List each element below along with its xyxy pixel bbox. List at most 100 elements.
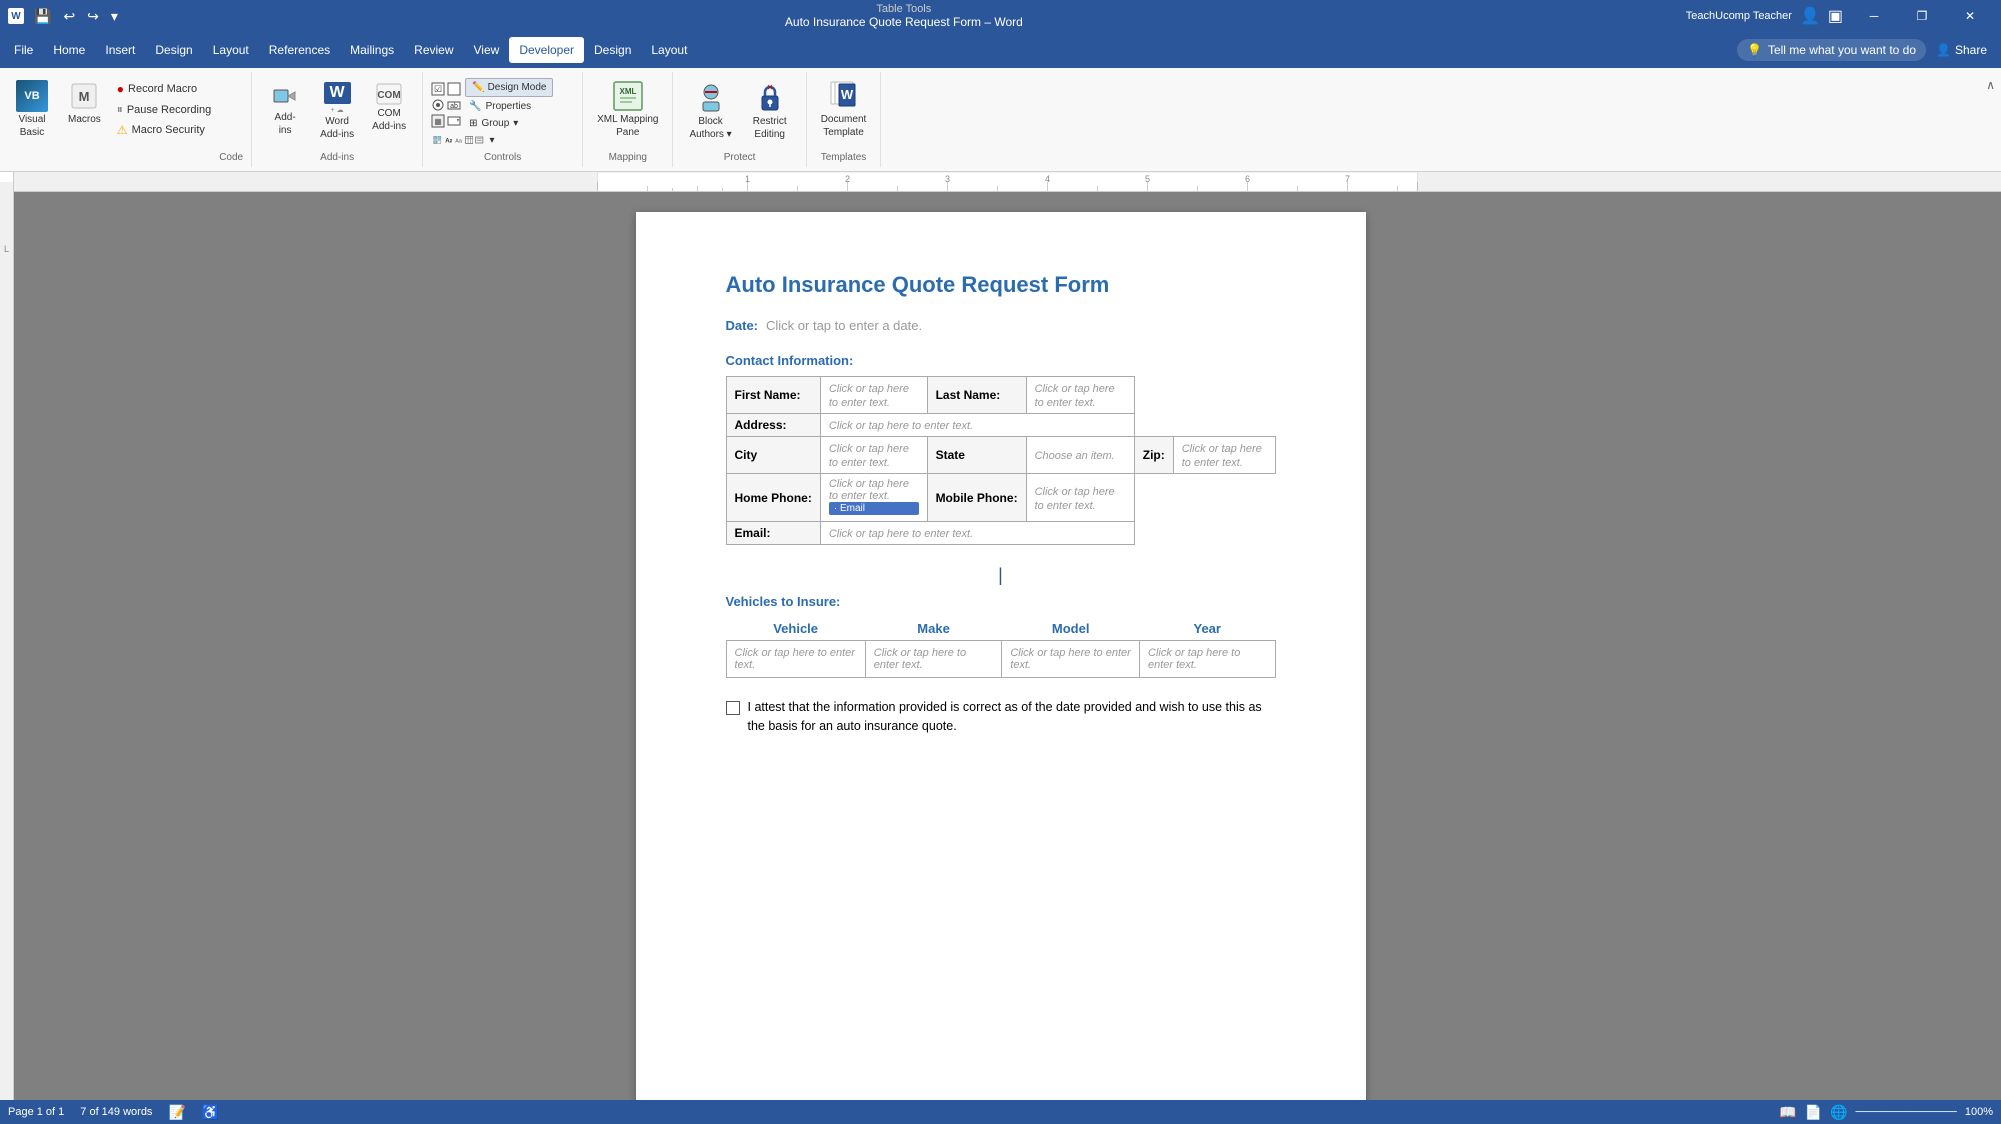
macros-label: Macros	[68, 114, 101, 125]
macro-security-button[interactable]: ⚠ Macro Security	[113, 121, 215, 139]
year-cell[interactable]: Click or tap here to enter text.	[1140, 641, 1276, 678]
menu-developer[interactable]: Developer	[509, 37, 584, 63]
add-ins-button[interactable]: Add- ins	[260, 78, 310, 140]
templates-group-label: Templates	[821, 148, 867, 163]
make-cell[interactable]: Click or tap here to enter text.	[865, 641, 1002, 678]
menu-design2[interactable]: Design	[584, 37, 641, 63]
proofing-icon[interactable]: 📝	[168, 1104, 185, 1121]
macros-icon: M	[68, 80, 100, 112]
share-icon: 👤	[1936, 43, 1951, 57]
tell-me-input[interactable]: 💡 Tell me what you want to do	[1737, 39, 1926, 61]
document-area: L Auto Insurance Quote Request Form Date…	[0, 192, 2001, 1116]
print-layout-icon[interactable]: 📄	[1805, 1104, 1822, 1121]
ribbon-display-button[interactable]: ▣	[1828, 6, 1843, 26]
cursor-indicator: |	[726, 565, 1276, 586]
visual-basic-button[interactable]: VB Visual Basic	[8, 76, 56, 142]
attestation-checkbox[interactable]	[726, 701, 740, 715]
ribbon-group-controls: ☑ ab ▦ ✏️ Design Mode	[423, 72, 583, 167]
properties-button[interactable]: 🔧 Properties	[465, 99, 553, 114]
menu-home[interactable]: Home	[43, 37, 95, 63]
group-dropdown-icon: ▾	[513, 118, 518, 129]
date-row: Date: Click or tap to enter a date.	[726, 318, 1276, 333]
word-add-ins-button[interactable]: W + ☁ Word Add-ins	[312, 78, 362, 144]
menu-insert[interactable]: Insert	[95, 37, 145, 63]
state-value[interactable]: Choose an item.	[1026, 437, 1134, 474]
group-button[interactable]: ⊞ Group ▾	[465, 116, 553, 131]
aa-icon: Aa	[444, 133, 452, 147]
img-icon: ▦	[431, 114, 445, 128]
xml-mapping-pane-button[interactable]: XML XML Mapping Pane	[591, 76, 664, 142]
minimize-button[interactable]: ─	[1851, 0, 1897, 32]
redo-button[interactable]: ↪	[83, 6, 103, 27]
document-template-button[interactable]: W Document Template	[815, 76, 873, 142]
zip-value[interactable]: Click or tap here to enter text.	[1173, 437, 1275, 474]
menu-design[interactable]: Design	[145, 37, 202, 63]
block-authors-label: Block	[698, 116, 722, 127]
profile-icon[interactable]: 👤	[1800, 6, 1820, 26]
word-add-ins-icon: W + ☁	[324, 82, 351, 114]
mobile-phone-value[interactable]: Click or tap here to enter text.	[1026, 474, 1134, 522]
properties-icon: 🔧	[469, 101, 481, 112]
home-phone-value[interactable]: Click or tap here to enter text. · Email	[820, 474, 927, 522]
title-bar-left: W 💾 ↩ ↪ ▾	[8, 6, 122, 27]
city-label: City	[726, 437, 820, 474]
title-bar-right: TeachUcomp Teacher 👤 ▣ ─ ❐ ✕	[1686, 0, 1993, 32]
title-bar: W 💾 ↩ ↪ ▾ Table Tools Auto Insurance Quo…	[0, 0, 2001, 32]
legacy-tools-button[interactable]: ▾	[486, 133, 575, 148]
restore-button[interactable]: ❐	[1899, 0, 1945, 32]
read-mode-icon[interactable]: 📖	[1779, 1104, 1796, 1121]
form-title: Auto Insurance Quote Request Form	[726, 272, 1276, 298]
table-row: First Name: Click or tap here to enter t…	[726, 377, 1275, 414]
menu-file[interactable]: File	[4, 37, 43, 63]
contact-table: First Name: Click or tap here to enter t…	[726, 376, 1276, 545]
block-authors-icon	[695, 82, 727, 114]
menu-mailings[interactable]: Mailings	[340, 37, 404, 63]
restrict-editing-button[interactable]: ✕ Restrict Editing	[742, 78, 798, 144]
menu-layout2[interactable]: Layout	[641, 37, 697, 63]
undo-button[interactable]: ↩	[59, 6, 79, 27]
address-value[interactable]: Click or tap here to enter text.	[820, 414, 1134, 437]
menu-layout[interactable]: Layout	[203, 37, 259, 63]
date-value[interactable]: Click or tap to enter a date.	[766, 318, 922, 333]
pause-recording-button[interactable]: ⏸ Pause Recording	[113, 100, 215, 119]
ribbon-group-mapping: XML XML Mapping Pane Mapping	[583, 72, 673, 167]
ruler-scale: 1 2 3 4 5 6 7	[14, 172, 2001, 192]
city-value[interactable]: Click or tap here to enter text.	[820, 437, 927, 474]
accessibility-icon[interactable]: ♿	[202, 1104, 219, 1121]
save-button[interactable]: 💾	[30, 6, 55, 27]
date-label: Date:	[726, 318, 759, 333]
vehicles-section-title: Vehicles to Insure:	[726, 594, 1276, 609]
close-button[interactable]: ✕	[1947, 0, 1993, 32]
controls-group-label: Controls	[484, 148, 521, 163]
com-add-ins-button[interactable]: COM COM Add-ins	[364, 78, 414, 136]
macros-button[interactable]: M Macros	[60, 76, 109, 129]
last-name-value[interactable]: Click or tap here to enter text.	[1026, 377, 1134, 414]
first-name-value[interactable]: Click or tap here to enter text.	[820, 377, 927, 414]
document-page: Auto Insurance Quote Request Form Date: …	[636, 212, 1366, 1112]
ribbon-collapse-button[interactable]: ∧	[1980, 76, 2001, 94]
design-mode-button[interactable]: ✏️ Design Mode	[465, 78, 553, 97]
email-value[interactable]: Click or tap here to enter text.	[820, 522, 1134, 545]
svg-text:COM: COM	[377, 90, 400, 101]
svg-text:7: 7	[1345, 174, 1350, 184]
menu-review[interactable]: Review	[404, 37, 463, 63]
model-cell[interactable]: Click or tap here to enter text.	[1002, 641, 1140, 678]
make-col-header: Make	[865, 617, 1002, 641]
web-layout-icon[interactable]: 🌐	[1830, 1104, 1847, 1121]
combo-icon	[447, 114, 461, 128]
first-name-label: First Name:	[726, 377, 820, 414]
record-macro-button[interactable]: ● Record Macro	[113, 80, 215, 98]
email-tag: · Email	[829, 502, 919, 515]
design-mode-icon: ✏️	[472, 82, 484, 93]
table-row: City Click or tap here to enter text. St…	[726, 437, 1275, 474]
user-name: TeachUcomp Teacher	[1686, 10, 1792, 22]
share-button[interactable]: 👤 Share	[1926, 39, 1997, 61]
block-authors-button[interactable]: Block Authors ▾	[681, 78, 739, 144]
customize-button[interactable]: ▾	[107, 6, 122, 27]
vehicle-cell[interactable]: Click or tap here to enter text.	[726, 641, 865, 678]
menu-view[interactable]: View	[464, 37, 510, 63]
form-icon	[475, 133, 483, 147]
menu-references[interactable]: References	[259, 37, 340, 63]
zip-label: Zip:	[1134, 437, 1173, 474]
last-name-label: Last Name:	[927, 377, 1026, 414]
